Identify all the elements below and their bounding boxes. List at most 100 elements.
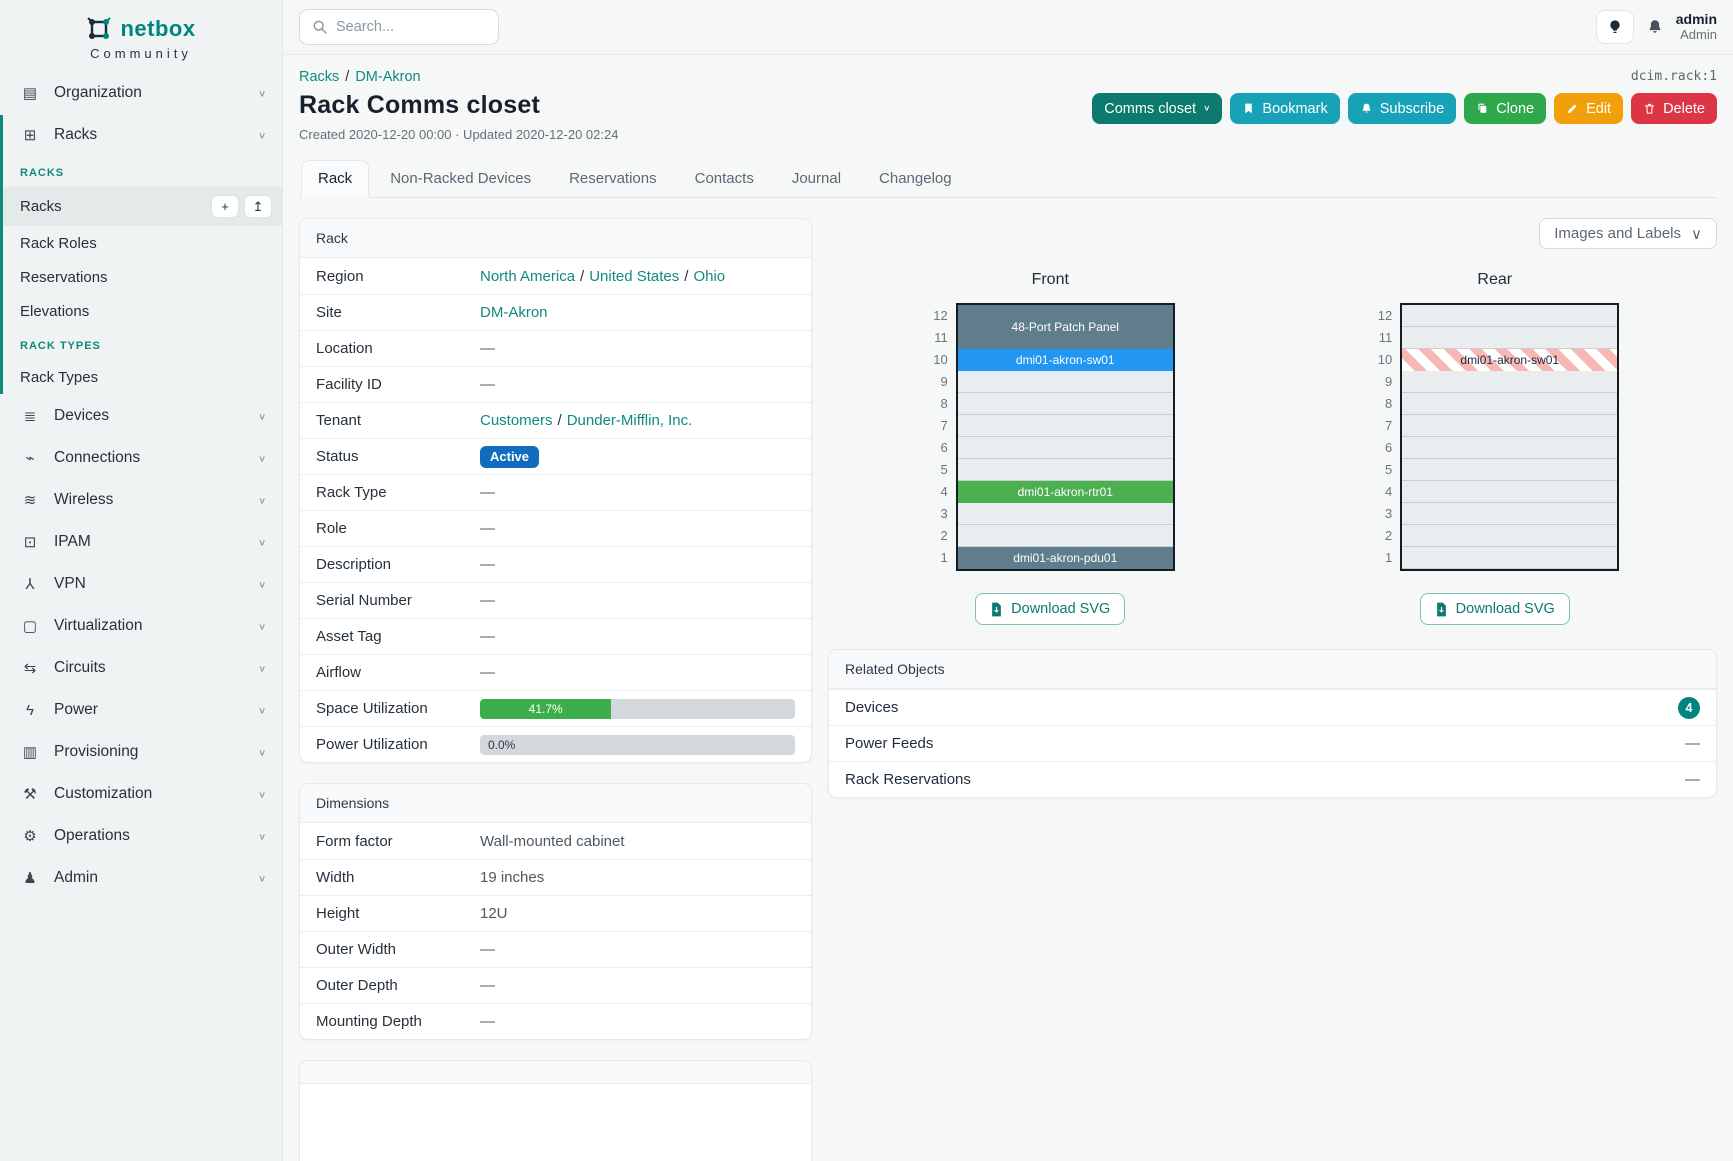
sidebar-group-devices[interactable]: ≣Devices∨ [0,396,282,436]
value-link[interactable]: Ohio [693,268,725,285]
value-link[interactable]: United States [589,268,679,285]
download-svg-rear-button[interactable]: Download SVG [1420,593,1570,625]
rack-unit-empty[interactable] [1402,393,1617,415]
rack-unit-empty[interactable] [1402,371,1617,393]
sidebar-item-reservations[interactable]: Reservations [3,260,282,294]
value-link[interactable]: Dunder-Mifflin, Inc. [567,412,693,429]
breadcrumb-link-site[interactable]: DM-Akron [355,69,420,85]
download-svg-front-button[interactable]: Download SVG [975,593,1125,625]
related-object-label: Rack Reservations [845,771,971,788]
related-object-row[interactable]: Devices4 [829,689,1716,725]
plus-button[interactable]: + [211,195,239,218]
attribute-value: DM-Akron [480,304,795,321]
rack-unit-empty[interactable] [958,371,1173,393]
unit-number: 6 [1370,437,1392,459]
user-role: Admin [1676,28,1717,43]
sidebar-item-racks[interactable]: Racks+↥ [3,187,282,226]
attribute-row: Outer Width— [300,931,811,967]
tab-journal[interactable]: Journal [775,160,858,198]
theme-toggle-button[interactable] [1596,10,1634,44]
elevation-view-select[interactable]: Images and Labels ∨ [1539,218,1717,249]
rack-unit-empty[interactable] [958,525,1173,547]
tab-reservations[interactable]: Reservations [552,160,674,198]
sidebar-group-provisioning[interactable]: ▥Provisioning∨ [0,732,282,772]
sidebar-group-connections[interactable]: ⌁Connections∨ [0,438,282,478]
rack-unit-empty[interactable] [1402,437,1617,459]
rack-unit-empty[interactable] [1402,481,1617,503]
tab-contacts[interactable]: Contacts [678,160,771,198]
tab-non-racked-devices[interactable]: Non-Racked Devices [373,160,548,198]
unit-number: 3 [926,503,948,525]
sidebar-group-wireless[interactable]: ≋Wireless∨ [0,480,282,520]
tab-changelog[interactable]: Changelog [862,160,969,198]
sidebar-group-vpn[interactable]: ⅄VPN∨ [0,564,282,604]
chevron-down-icon: ∨ [1203,104,1210,113]
rack-unit-empty[interactable] [958,437,1173,459]
value-link[interactable]: Customers [480,412,553,429]
sidebar-group-admin[interactable]: ♟Admin∨ [0,858,282,898]
logo-block[interactable]: netbox Community [0,0,282,71]
rack-device-dmi01-akron-pdu01[interactable]: dmi01-akron-pdu01 [958,547,1173,569]
sidebar-group-ipam[interactable]: ⊡IPAM∨ [0,522,282,562]
bookmark-button[interactable]: Bookmark [1230,93,1339,124]
related-object-row[interactable]: Rack Reservations— [829,761,1716,797]
chevron-down-icon: ∨ [258,453,266,463]
sidebar-item-rack-roles[interactable]: Rack Roles [3,226,282,260]
attribute-row: Mounting Depth— [300,1003,811,1039]
rack-device-dmi01-akron-sw01[interactable]: dmi01-akron-sw01 [958,349,1173,371]
rack-unit-empty[interactable] [1402,547,1617,569]
attribute-row: Space Utilization41.7% [300,690,811,726]
subscribe-button[interactable]: Subscribe [1348,93,1456,124]
rack-device-48-port-patch-panel[interactable]: 48-Port Patch Panel [958,305,1173,349]
unit-number: 5 [926,459,948,481]
rack-unit-empty[interactable] [1402,305,1617,327]
rack-unit-empty[interactable] [958,415,1173,437]
related-object-row[interactable]: Power Feeds— [829,725,1716,761]
value-link[interactable]: North America [480,268,575,285]
search-input[interactable] [336,19,486,35]
rack-unit-empty[interactable] [958,393,1173,415]
breadcrumb-link-racks[interactable]: Racks [299,69,339,85]
notifications-bell[interactable] [1646,18,1664,36]
unit-number: 11 [1370,327,1392,349]
sidebar-group-customization[interactable]: ⚒Customization∨ [0,774,282,814]
tab-rack[interactable]: Rack [301,160,369,198]
sidebar-item-rack-types[interactable]: Rack Types [3,360,282,394]
attribute-label: Width [316,869,480,886]
sidebar-item-elevations[interactable]: Elevations [3,294,282,328]
sidebar-group-racks[interactable]: ⊞Racks∨ [3,115,282,155]
user-menu[interactable]: admin Admin [1676,11,1717,42]
rack-unit-empty[interactable] [1402,327,1617,349]
rack-unit-empty[interactable] [958,503,1173,525]
chevron-down-icon: ∨ [258,537,266,547]
rack-unit-empty[interactable] [1402,503,1617,525]
rack-unit-empty[interactable] [1402,525,1617,547]
rack-device-dmi01-akron-sw01[interactable]: dmi01-akron-sw01 [1402,349,1617,371]
clone-button[interactable]: Clone [1464,93,1546,124]
rack-unit-empty[interactable] [1402,415,1617,437]
rack-unit-empty[interactable] [958,459,1173,481]
attribute-row: Location— [300,330,811,366]
rack-device-dmi01-akron-rtr01[interactable]: dmi01-akron-rtr01 [958,481,1173,503]
created-updated-meta: Created 2020-12-20 00:00 · Updated 2020-… [299,127,618,142]
search-box[interactable] [299,9,499,45]
unit-number: 4 [1370,481,1392,503]
breadcrumb: Racks/DM-Akron [299,69,421,85]
value-link[interactable]: DM-Akron [480,304,548,321]
attribute-value: — [480,340,795,357]
rack-unit-empty[interactable] [1402,459,1617,481]
edit-button[interactable]: Edit [1554,93,1623,124]
chevron-down-icon: ∨ [258,747,266,757]
sidebar-group-power[interactable]: ϟPower∨ [0,690,282,730]
delete-button[interactable]: Delete [1631,93,1717,124]
sidebar-group-operations[interactable]: ⚙Operations∨ [0,816,282,856]
object-selector-button[interactable]: Comms closet∨ [1092,93,1222,124]
attribute-label: Form factor [316,833,480,850]
wireless-icon: ≋ [20,491,40,509]
sidebar-group-circuits[interactable]: ⇆Circuits∨ [0,648,282,688]
count-badge: 4 [1678,697,1700,719]
circuits-icon: ⇆ [20,659,40,677]
sidebar-group-organization[interactable]: ▤Organization∨ [0,73,282,113]
import-button[interactable]: ↥ [244,195,272,218]
sidebar-group-virtualization[interactable]: ▢Virtualization∨ [0,606,282,646]
